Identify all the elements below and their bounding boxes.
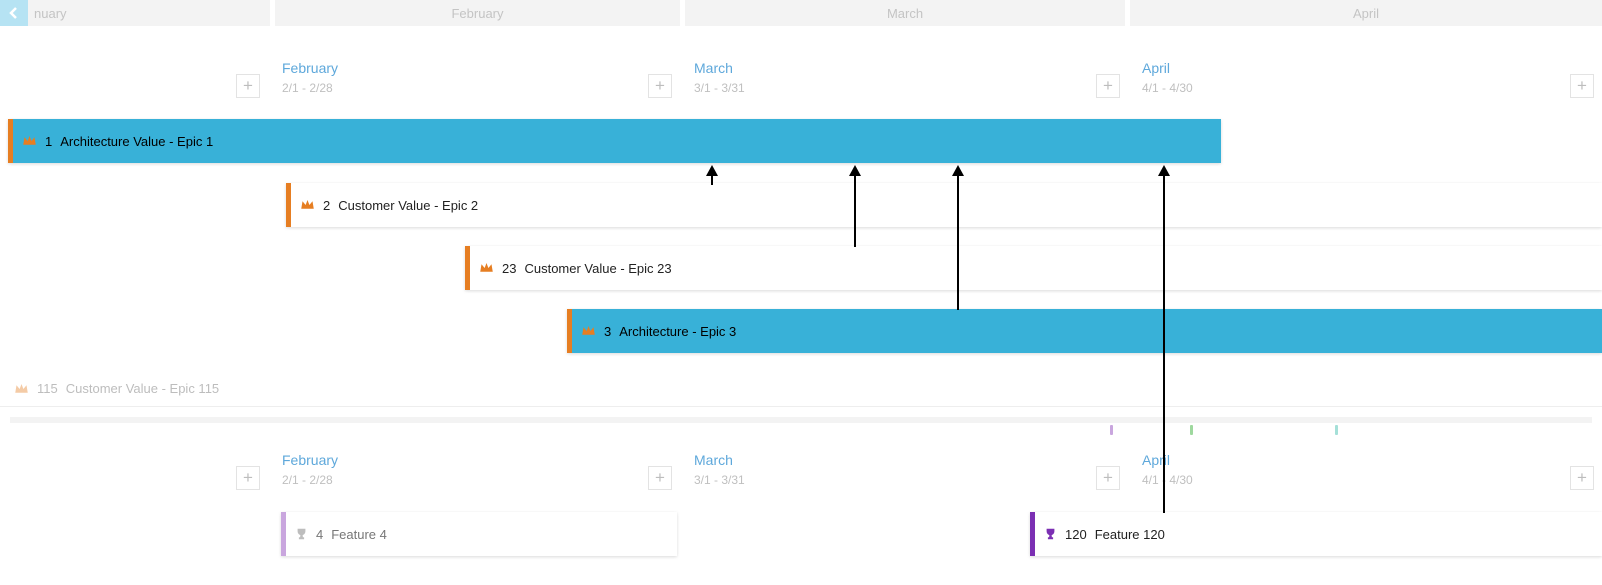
period-header-row: + February 2/1 - 2/28 + March 3/1 - 3/31…: [0, 438, 1602, 498]
feature-bar[interactable]: 120 Feature 120: [1030, 512, 1602, 556]
add-button[interactable]: +: [1570, 466, 1594, 490]
add-button[interactable]: +: [1096, 466, 1120, 490]
bar-accent: [465, 246, 470, 290]
epic-bar[interactable]: 1 Architecture Value - Epic 1: [8, 119, 1221, 163]
period-cell: March 3/1 - 3/31 +: [684, 46, 1132, 106]
period-range: 2/1 - 2/28: [282, 81, 333, 95]
period-cell: +: [0, 438, 272, 498]
period-name: March: [694, 60, 733, 76]
period-name: March: [694, 452, 733, 468]
marker-tick: [1190, 425, 1193, 435]
month-label: nuary: [34, 6, 67, 21]
period-range: 4/1 - 4/30: [1142, 473, 1193, 487]
prev-button[interactable]: [0, 0, 28, 26]
period-cell: +: [0, 46, 272, 106]
marker-tick: [1110, 425, 1113, 435]
period-cell: February 2/1 - 2/28 +: [272, 46, 684, 106]
trophy-icon: [295, 527, 308, 541]
dependency-arrow: [854, 175, 856, 247]
period-cell: March 3/1 - 3/31 +: [684, 438, 1132, 498]
period-range: 3/1 - 3/31: [694, 473, 745, 487]
dependency-arrow: [957, 175, 959, 310]
period-name: April: [1142, 452, 1170, 468]
bar-accent: [8, 119, 13, 163]
period-name: February: [282, 452, 338, 468]
month-label: February: [451, 6, 503, 21]
epic-bar[interactable]: 2 Customer Value - Epic 2: [286, 183, 1602, 227]
feature-id: 4: [316, 527, 323, 542]
epic-id: 3: [604, 324, 611, 339]
bar-accent: [567, 309, 572, 353]
epic-bar-faded[interactable]: 115 Customer Value - Epic 115: [0, 371, 1602, 407]
period-cell: February 2/1 - 2/28 +: [272, 438, 684, 498]
period-range: 3/1 - 3/31: [694, 81, 745, 95]
dependency-arrow: [711, 175, 713, 185]
marker-tick: [1335, 425, 1338, 435]
month-cell: March: [685, 0, 1125, 26]
dependency-arrow: [1163, 175, 1165, 513]
feature-id: 120: [1065, 527, 1087, 542]
chevron-left-icon: [9, 6, 19, 20]
period-name: April: [1142, 60, 1170, 76]
epic-id: 2: [323, 198, 330, 213]
period-name: February: [282, 60, 338, 76]
epic-bar[interactable]: 3 Architecture - Epic 3: [567, 309, 1602, 353]
month-cell: February: [275, 0, 680, 26]
month-label: April: [1353, 6, 1379, 21]
crown-icon: [479, 261, 494, 275]
add-button[interactable]: +: [236, 466, 260, 490]
feature-bar[interactable]: 4 Feature 4: [281, 512, 677, 556]
crown-icon: [300, 198, 315, 212]
epic-id: 23: [502, 261, 516, 276]
add-button[interactable]: +: [648, 74, 672, 98]
epic-bar[interactable]: 23 Customer Value - Epic 23: [465, 246, 1602, 290]
bar-accent: [1030, 512, 1035, 556]
period-header-row: + February 2/1 - 2/28 + March 3/1 - 3/31…: [0, 46, 1602, 106]
feature-title: Feature 4: [331, 527, 387, 542]
period-range: 4/1 - 4/30: [1142, 81, 1193, 95]
crown-icon: [581, 324, 596, 338]
bar-accent: [281, 512, 286, 556]
crown-icon: [14, 382, 29, 396]
bar-accent: [286, 183, 291, 227]
period-cell: April 4/1 - 4/30 +: [1132, 438, 1602, 498]
month-cell: nuary: [0, 0, 270, 26]
month-label: March: [887, 6, 923, 21]
add-button[interactable]: +: [236, 74, 260, 98]
epic-title: Customer Value - Epic 2: [338, 198, 478, 213]
trophy-icon: [1044, 527, 1057, 541]
add-button[interactable]: +: [648, 466, 672, 490]
epic-title: Architecture Value - Epic 1: [60, 134, 213, 149]
timeline-months-header: nuary February March April: [0, 0, 1602, 26]
period-range: 2/1 - 2/28: [282, 473, 333, 487]
period-cell: April 4/1 - 4/30 +: [1132, 46, 1602, 106]
crown-icon: [22, 134, 37, 148]
epic-id: 1: [45, 134, 52, 149]
epic-title: Architecture - Epic 3: [619, 324, 736, 339]
epic-title: Customer Value - Epic 23: [524, 261, 671, 276]
feature-title: Feature 120: [1095, 527, 1165, 542]
add-button[interactable]: +: [1096, 74, 1120, 98]
epic-id: 115: [37, 381, 58, 396]
section-divider: [10, 417, 1592, 423]
add-button[interactable]: +: [1570, 74, 1594, 98]
epic-title: Customer Value - Epic 115: [66, 381, 219, 396]
month-cell: April: [1130, 0, 1602, 26]
